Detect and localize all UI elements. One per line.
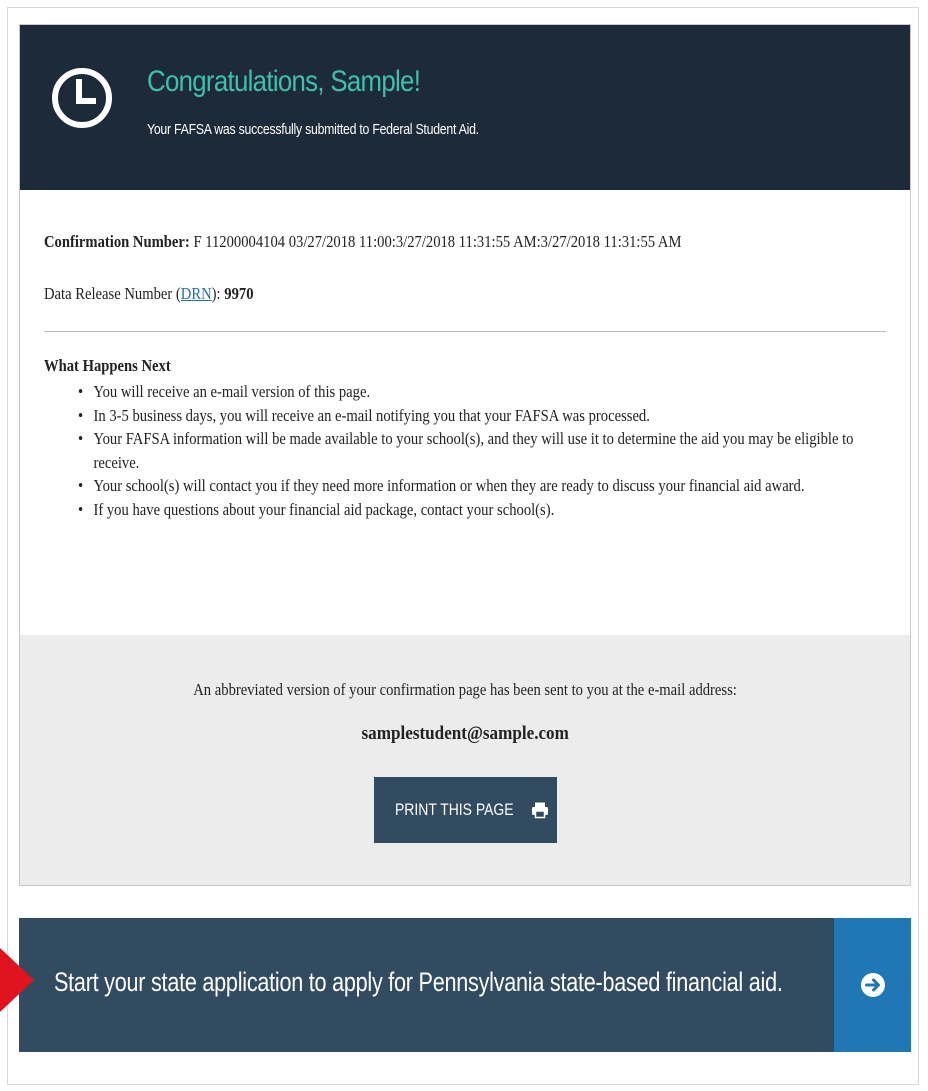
arrow-right-circle-icon <box>860 973 885 997</box>
state-application-banner[interactable]: Start your state application to apply fo… <box>19 918 911 1052</box>
page-subtitle: Your FAFSA was successfully submitted to… <box>147 121 479 138</box>
email-note-text: An abbreviated version of your confirmat… <box>193 680 737 699</box>
drn-link[interactable]: DRN <box>181 284 212 303</box>
red-arrow-marker <box>0 948 34 1012</box>
list-item: You will receive an e-mail version of th… <box>78 380 869 404</box>
drn-prefix: Data Release Number ( <box>44 284 181 303</box>
state-application-text: Start your state application to apply fo… <box>54 967 783 997</box>
clock-icon <box>52 68 112 128</box>
confirmation-header: Congratulations, Sample! Your FAFSA was … <box>20 25 910 190</box>
divider <box>44 331 886 332</box>
printer-icon <box>531 802 548 819</box>
what-happens-next-list: You will receive an e-mail version of th… <box>78 380 869 521</box>
confirmation-card: Congratulations, Sample! Your FAFSA was … <box>19 24 911 886</box>
data-release-number: Data Release Number (DRN): 9970 <box>44 284 254 304</box>
state-application-arrow-button[interactable] <box>834 918 911 1052</box>
email-address: samplestudent@sample.com <box>20 723 910 745</box>
drn-value: 9970 <box>220 284 254 303</box>
list-item: If you have questions about your financi… <box>78 498 869 522</box>
list-item: Your FAFSA information will be made avai… <box>78 427 869 474</box>
confirmation-details: Confirmation Number: F 11200004104 03/27… <box>20 190 910 635</box>
email-section: An abbreviated version of your confirmat… <box>20 635 910 885</box>
email-address-text: samplestudent@sample.com <box>361 723 569 744</box>
drn-suffix: ): <box>211 284 221 303</box>
confirmation-number: Confirmation Number: F 11200004104 03/27… <box>44 232 681 252</box>
print-button-label: PRINT THIS PAGE <box>395 800 514 819</box>
email-note: An abbreviated version of your confirmat… <box>20 680 910 700</box>
list-item: Your school(s) will contact you if they … <box>78 474 869 498</box>
list-item: In 3-5 business days, you will receive a… <box>78 404 869 428</box>
print-button[interactable]: PRINT THIS PAGE <box>374 777 557 843</box>
confirmation-number-label: Confirmation Number: <box>44 232 190 251</box>
what-happens-next-heading: What Happens Next <box>44 356 171 375</box>
confirmation-number-value: F 11200004104 03/27/2018 11:00:3/27/2018… <box>189 232 682 251</box>
page-title: Congratulations, Sample! <box>147 65 421 98</box>
